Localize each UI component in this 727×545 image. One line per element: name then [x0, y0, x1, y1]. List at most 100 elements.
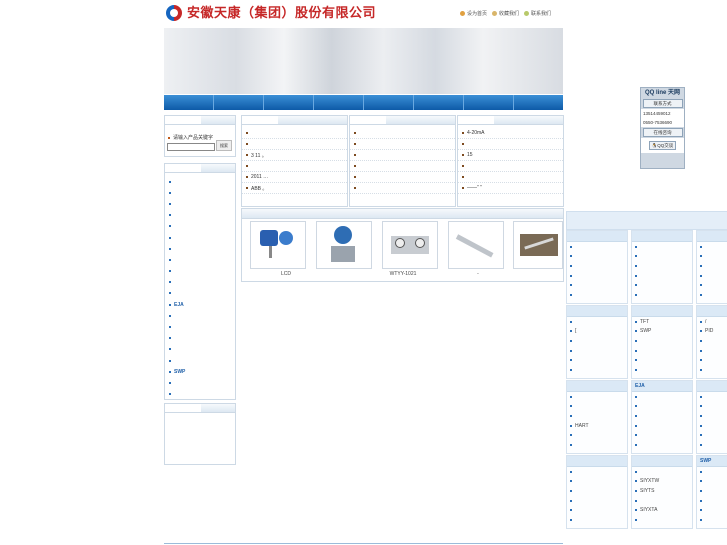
nav-item[interactable]: [514, 95, 563, 110]
right-panel-item[interactable]: [567, 402, 627, 412]
right-panel-item[interactable]: [632, 271, 692, 281]
category-item[interactable]: [165, 344, 235, 355]
qq-chat-button[interactable]: 🐧QQ交谈: [648, 141, 677, 150]
category-item[interactable]: [165, 176, 235, 187]
right-panel-item[interactable]: [697, 252, 727, 262]
right-panel-item[interactable]: [632, 496, 692, 506]
category-item[interactable]: [165, 389, 235, 400]
right-panel-item[interactable]: [632, 290, 692, 300]
nav-item[interactable]: [164, 95, 214, 110]
right-panel-item[interactable]: [567, 440, 627, 450]
right-panel-item[interactable]: [697, 290, 727, 300]
right-panel-item[interactable]: [567, 242, 627, 252]
right-panel-item[interactable]: [632, 467, 692, 477]
product-thumb-2[interactable]: [316, 221, 372, 269]
news-item[interactable]: [350, 172, 455, 183]
category-item[interactable]: [165, 266, 235, 277]
category-item[interactable]: [165, 321, 235, 332]
category-item[interactable]: [165, 232, 235, 243]
right-panel-item[interactable]: [697, 486, 727, 496]
right-panel-item[interactable]: [567, 355, 627, 365]
news-item[interactable]: [458, 172, 563, 183]
right-panel-item[interactable]: [567, 411, 627, 421]
right-panel-item[interactable]: [632, 392, 692, 402]
right-panel-item[interactable]: SWP: [632, 327, 692, 337]
product-label-4[interactable]: -: [451, 271, 505, 277]
product-thumb-4[interactable]: [448, 221, 504, 269]
news-item[interactable]: 2011 …: [242, 172, 347, 183]
news-item[interactable]: [242, 139, 347, 150]
right-panel-item[interactable]: [567, 467, 627, 477]
news-item[interactable]: [350, 150, 455, 161]
search-input[interactable]: [167, 143, 215, 151]
category-item[interactable]: [165, 333, 235, 344]
right-panel-item[interactable]: [567, 515, 627, 525]
right-panel-item[interactable]: SIYXTW: [632, 477, 692, 487]
news-item[interactable]: [350, 183, 455, 194]
right-panel-item[interactable]: [697, 261, 727, 271]
right-panel-item[interactable]: [632, 430, 692, 440]
right-panel-item[interactable]: [632, 261, 692, 271]
news-item[interactable]: [458, 139, 563, 150]
right-panel-item[interactable]: [697, 477, 727, 487]
right-panel-item[interactable]: /: [697, 317, 727, 327]
category-item[interactable]: [165, 277, 235, 288]
news-item[interactable]: 15: [458, 150, 563, 161]
nav-item[interactable]: [214, 95, 264, 110]
news-item[interactable]: [242, 161, 347, 172]
right-panel-item[interactable]: [567, 336, 627, 346]
right-panel-item[interactable]: SIYXTA: [632, 505, 692, 515]
add-favorite-link[interactable]: 收藏我们: [492, 10, 519, 17]
product-thumb-1[interactable]: [250, 221, 306, 269]
right-panel-item[interactable]: [697, 280, 727, 290]
main-nav-bar[interactable]: [164, 95, 563, 110]
news-item[interactable]: ——” ”: [458, 183, 563, 194]
category-item[interactable]: [165, 243, 235, 254]
right-panel-item[interactable]: [567, 290, 627, 300]
news-item[interactable]: [458, 161, 563, 172]
right-panel-item[interactable]: [697, 515, 727, 525]
news-item[interactable]: ABB 。: [242, 183, 347, 194]
right-panel-item[interactable]: [632, 515, 692, 525]
right-panel-item[interactable]: [697, 402, 727, 412]
right-panel-item[interactable]: [632, 440, 692, 450]
category-item[interactable]: [165, 288, 235, 299]
right-panel-item[interactable]: [632, 411, 692, 421]
right-panel-item[interactable]: [697, 496, 727, 506]
news-item[interactable]: [350, 139, 455, 150]
news-item[interactable]: 3 11 。: [242, 150, 347, 161]
right-panel-item[interactable]: [697, 346, 727, 356]
right-panel-item[interactable]: [632, 421, 692, 431]
category-item[interactable]: [165, 310, 235, 321]
category-item[interactable]: SWP: [165, 366, 235, 377]
right-panel-item[interactable]: PID: [697, 327, 727, 337]
right-panel-item[interactable]: TFT: [632, 317, 692, 327]
right-panel-item[interactable]: SIYTS: [632, 486, 692, 496]
category-item[interactable]: [165, 221, 235, 232]
right-panel-item[interactable]: [697, 271, 727, 281]
nav-item[interactable]: [414, 95, 464, 110]
right-panel-item[interactable]: [697, 421, 727, 431]
right-panel-item[interactable]: [567, 505, 627, 515]
right-panel-item[interactable]: [567, 486, 627, 496]
right-panel-item[interactable]: [697, 430, 727, 440]
category-item[interactable]: [165, 355, 235, 366]
right-panel-item[interactable]: [567, 346, 627, 356]
category-item[interactable]: [165, 187, 235, 198]
search-button[interactable]: 搜索: [216, 140, 232, 151]
right-panel-item[interactable]: [697, 505, 727, 515]
right-panel-item[interactable]: [697, 392, 727, 402]
right-panel-item[interactable]: [632, 402, 692, 412]
right-panel-item[interactable]: HART: [567, 421, 627, 431]
right-panel-item[interactable]: [567, 261, 627, 271]
news-item[interactable]: [242, 128, 347, 139]
right-panel-item[interactable]: [567, 280, 627, 290]
right-panel-item[interactable]: [567, 365, 627, 375]
category-item[interactable]: EJA: [165, 299, 235, 310]
right-panel-item[interactable]: [567, 392, 627, 402]
right-panel-item[interactable]: [697, 336, 727, 346]
product-thumb-5[interactable]: [513, 221, 563, 269]
category-item[interactable]: [165, 377, 235, 388]
category-item[interactable]: [165, 254, 235, 265]
right-panel-item[interactable]: [632, 242, 692, 252]
